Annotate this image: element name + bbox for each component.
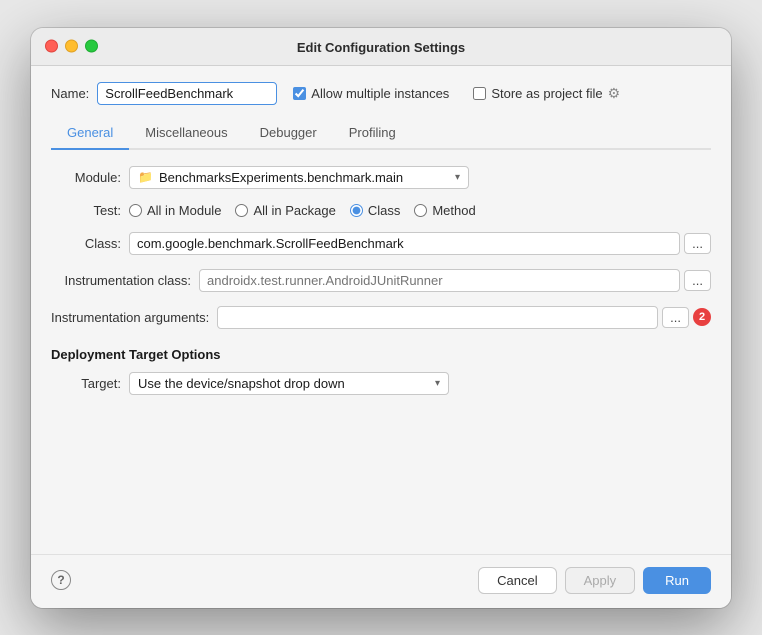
cancel-button[interactable]: Cancel — [478, 567, 556, 594]
spacer — [51, 409, 711, 538]
store-as-project-label: Store as project file — [491, 86, 602, 101]
title-bar: Edit Configuration Settings — [31, 28, 731, 66]
close-button[interactable] — [45, 40, 58, 53]
bottom-bar: ? Cancel Apply Run — [31, 554, 731, 608]
radio-all-in-package-input[interactable] — [235, 204, 248, 217]
tab-profiling[interactable]: Profiling — [333, 119, 412, 150]
instrumentation-args-input-group: ... 2 — [217, 306, 711, 329]
tab-miscellaneous[interactable]: Miscellaneous — [129, 119, 243, 150]
gear-icon[interactable]: ⚙ — [608, 85, 621, 102]
class-row: Class: ... — [51, 232, 711, 255]
instrumentation-class-ellipsis-button[interactable]: ... — [684, 270, 711, 291]
radio-class-label: Class — [368, 203, 401, 218]
instrumentation-class-row: Instrumentation class: ... — [51, 269, 711, 292]
minimize-button[interactable] — [65, 40, 78, 53]
radio-class[interactable]: Class — [350, 203, 401, 218]
module-select[interactable]: 📁 BenchmarksExperiments.benchmark.main ▾ — [129, 166, 469, 189]
run-button[interactable]: Run — [643, 567, 711, 594]
class-ellipsis-button[interactable]: ... — [684, 233, 711, 254]
instrumentation-args-row: Instrumentation arguments: ... 2 — [51, 306, 711, 329]
dialog-content: Name: Allow multiple instances Store as … — [31, 66, 731, 554]
chevron-down-icon: ▾ — [455, 172, 460, 183]
tab-debugger[interactable]: Debugger — [244, 119, 333, 150]
tab-general[interactable]: General — [51, 119, 129, 150]
deployment-section: Deployment Target Options Target: Use th… — [51, 347, 711, 395]
test-row: Test: All in Module All in Package Class — [51, 203, 711, 218]
help-button[interactable]: ? — [51, 570, 71, 590]
name-row: Name: Allow multiple instances Store as … — [51, 82, 711, 105]
module-icon: 📁 — [138, 170, 153, 184]
radio-class-input[interactable] — [350, 204, 363, 217]
class-label: Class: — [51, 236, 121, 251]
allow-multiple-group: Allow multiple instances — [293, 86, 449, 101]
radio-all-in-package-label: All in Package — [253, 203, 335, 218]
test-label: Test: — [51, 203, 121, 218]
module-value: BenchmarksExperiments.benchmark.main — [159, 170, 449, 185]
module-row: Module: 📁 BenchmarksExperiments.benchmar… — [51, 166, 711, 189]
store-as-project-group: Store as project file ⚙ — [473, 85, 620, 102]
radio-all-in-module[interactable]: All in Module — [129, 203, 221, 218]
instrumentation-args-ellipsis-button[interactable]: ... — [662, 307, 689, 328]
target-select[interactable]: Use the device/snapshot drop down ▾ — [129, 372, 449, 395]
target-row: Target: Use the device/snapshot drop dow… — [51, 372, 711, 395]
instrumentation-class-input[interactable] — [199, 269, 680, 292]
allow-multiple-label: Allow multiple instances — [311, 86, 449, 101]
radio-all-in-package[interactable]: All in Package — [235, 203, 335, 218]
class-input[interactable] — [129, 232, 680, 255]
name-label: Name: — [51, 86, 89, 101]
instrumentation-class-label: Instrumentation class: — [51, 273, 191, 288]
name-input[interactable] — [97, 82, 277, 105]
radio-method-label: Method — [432, 203, 475, 218]
target-chevron-icon: ▾ — [435, 378, 440, 389]
instrumentation-class-input-group: ... — [199, 269, 711, 292]
instrumentation-args-badge: 2 — [693, 308, 711, 326]
apply-button[interactable]: Apply — [565, 567, 636, 594]
traffic-lights — [45, 40, 98, 53]
radio-method[interactable]: Method — [414, 203, 475, 218]
radio-all-in-module-input[interactable] — [129, 204, 142, 217]
radio-method-input[interactable] — [414, 204, 427, 217]
deployment-section-label: Deployment Target Options — [51, 347, 711, 362]
action-buttons: Cancel Apply Run — [478, 567, 711, 594]
instrumentation-args-input[interactable] — [217, 306, 658, 329]
window-title: Edit Configuration Settings — [297, 40, 465, 55]
dialog-window: Edit Configuration Settings Name: Allow … — [31, 28, 731, 608]
target-value: Use the device/snapshot drop down — [138, 376, 429, 391]
class-input-group: ... — [129, 232, 711, 255]
module-label: Module: — [51, 170, 121, 185]
tabs-bar: General Miscellaneous Debugger Profiling — [51, 119, 711, 150]
radio-all-in-module-label: All in Module — [147, 203, 221, 218]
test-radio-group: All in Module All in Package Class Metho… — [129, 203, 476, 218]
maximize-button[interactable] — [85, 40, 98, 53]
allow-multiple-checkbox[interactable] — [293, 87, 306, 100]
target-label: Target: — [65, 376, 121, 391]
store-as-project-checkbox[interactable] — [473, 87, 486, 100]
form-body: Module: 📁 BenchmarksExperiments.benchmar… — [51, 166, 711, 538]
instrumentation-args-label: Instrumentation arguments: — [51, 310, 209, 325]
